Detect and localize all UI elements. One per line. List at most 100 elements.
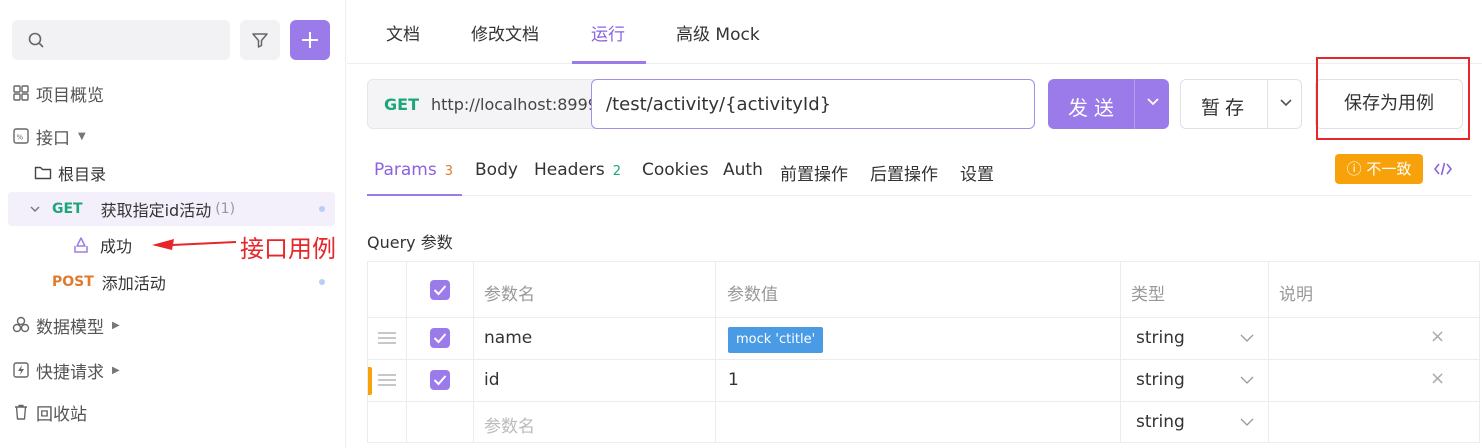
tab-docs[interactable]: 文档 [386,20,420,45]
send-label: 发送 [1068,96,1120,120]
folder-icon [34,166,52,180]
delete-row-icon[interactable]: × [1430,326,1445,347]
chevron-down-icon[interactable] [1240,376,1254,384]
tree-label: 获取指定id活动 [100,201,212,220]
subtab-headers[interactable]: Headers 2 [534,160,623,180]
status-dot [319,206,325,212]
caret-right-icon: ▶ [112,319,120,331]
drag-handle-icon[interactable] [378,332,396,344]
subtab-auth[interactable]: Auth [723,160,763,180]
count-badge: 2 [612,164,622,179]
request-host: http://localhost:8999 [431,95,598,114]
new-param-name-input[interactable]: 参数名 [484,412,535,437]
row-indicator [368,367,372,395]
mock-value-tag[interactable]: mock 'ctitle' [728,327,824,353]
chevron-down-icon[interactable] [1240,418,1254,426]
url-bar: GET http://localhost:8999 /test/activity… [367,79,1035,129]
subtab-cookies[interactable]: Cookies [642,160,709,180]
row-checkbox[interactable] [430,328,450,348]
delete-row-icon[interactable]: × [1430,368,1445,389]
nav-project-overview[interactable]: 项目概览 [12,78,104,108]
nav-data-model[interactable]: 数据模型 ▶ [12,310,120,340]
annotation-arrow [152,239,236,250]
case-icon [74,237,88,253]
trash-icon [12,403,30,421]
top-tabs: 文档 修改文档 运行 高级 Mock [347,0,1482,64]
subtab-body[interactable]: Body [475,160,518,180]
tree-label: 成功 [100,237,133,256]
divider [1267,80,1268,128]
method-badge: GET [52,201,83,217]
query-params-table: 参数名 参数值 类型 说明 name mock 'ctitle' string … [367,261,1480,443]
column-header: 类型 [1131,285,1165,305]
grid-icon [12,84,30,102]
chevron-down-icon[interactable] [1240,334,1254,342]
case-count: (1) [215,201,236,217]
search-input[interactable] [12,20,230,60]
tree-label: 添加活动 [101,274,166,293]
param-type-select[interactable]: string [1136,370,1185,390]
active-subtab-indicator [367,194,462,196]
subtab-pre-processors[interactable]: 前置操作 [780,160,848,185]
lightning-icon [12,361,30,379]
nav-label: 数据模型 [36,317,104,338]
request-subtabs: Params 3 Body Headers 2 Cookies Auth 前置操作 … [367,144,1472,196]
sidebar: 项目概览 % 接口 ▼ 根目录 GET 获取指定id活动 (1) 成功 POST… [0,0,346,448]
param-value[interactable]: 1 [728,370,739,390]
send-button[interactable]: 发送 [1048,79,1169,129]
filter-button[interactable] [240,20,280,60]
nav-quick-request[interactable]: 快捷请求 ▶ [12,355,120,385]
tree-endpoint-post[interactable]: POST 添加活动 [8,265,335,299]
chevron-down-icon[interactable] [1279,98,1293,108]
subtab-params[interactable]: Params 3 [374,160,455,180]
tab-advanced-mock[interactable]: 高级 Mock [676,20,760,45]
chevron-down-icon [30,206,40,212]
tab-edit-docs[interactable]: 修改文档 [471,20,539,45]
status-dot [319,279,325,285]
main-panel: 文档 修改文档 运行 高级 Mock GET http://localhost:… [347,0,1482,448]
column-header: 说明 [1279,285,1313,305]
nav-api[interactable]: % 接口 ▼ [12,121,86,151]
mismatch-badge[interactable]: ⓘ 不一致 [1335,154,1423,184]
request-method[interactable]: GET [384,95,419,114]
code-icon[interactable] [1433,160,1453,178]
param-type-select[interactable]: string [1136,412,1185,432]
annotation-label: 接口用例 [240,235,336,263]
api-icon: % [12,127,30,145]
request-path-input[interactable]: /test/activity/{activityId} [591,79,1035,129]
caret-down-icon: ▼ [78,130,86,142]
tree-root-folder[interactable]: 根目录 [8,156,335,190]
query-params-title: Query 参数 [367,233,453,252]
divider [1134,79,1135,129]
nav-label: 接口 [36,128,70,149]
param-name[interactable]: id [484,370,500,390]
caret-right-icon: ▶ [112,364,120,376]
drag-handle-icon[interactable] [378,374,396,386]
param-name[interactable]: name [484,328,532,348]
tree-endpoint-get[interactable]: GET 获取指定id活动 (1) [8,192,335,226]
row-checkbox[interactable] [430,370,450,390]
save-draft-button[interactable]: 暂存 [1180,79,1302,129]
nav-label: 回收站 [36,404,87,425]
subtab-settings[interactable]: 设置 [960,160,994,185]
tab-run[interactable]: 运行 [591,20,625,45]
nav-label: 快捷请求 [36,362,104,383]
nav-label: 项目概览 [36,85,104,106]
save-label: 暂存 [1201,97,1250,119]
chevron-down-icon[interactable] [1146,97,1160,107]
svg-text:%: % [17,134,24,142]
active-tab-indicator [572,61,646,64]
tree-label: 根目录 [58,165,107,184]
model-icon [12,316,30,334]
select-all-checkbox[interactable] [430,280,450,300]
method-badge: POST [52,274,94,290]
filter-icon [252,33,268,48]
nav-trash[interactable]: 回收站 [12,397,87,427]
plus-icon [302,32,318,48]
search-icon [28,32,44,48]
warning-circle-icon: ⓘ [1346,160,1367,178]
param-type-select[interactable]: string [1136,328,1185,348]
add-button[interactable] [290,20,330,60]
column-header: 参数值 [727,285,778,305]
subtab-post-processors[interactable]: 后置操作 [870,160,938,185]
